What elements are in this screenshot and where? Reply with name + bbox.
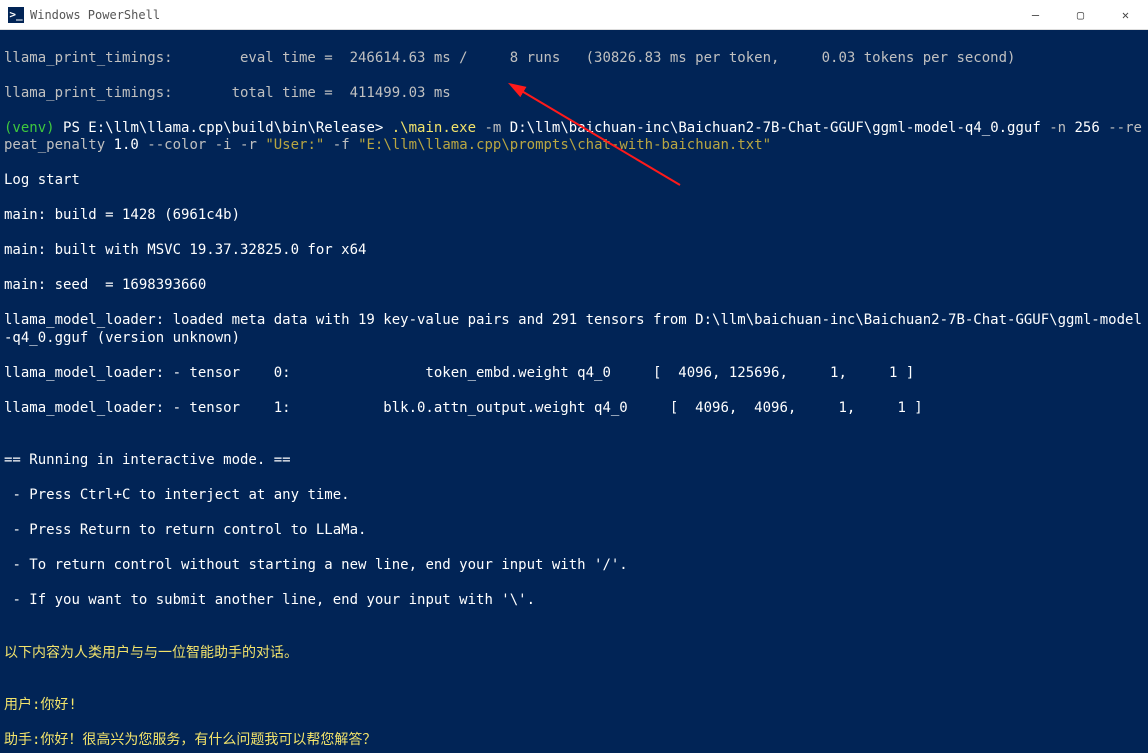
tensor-1-line: llama_model_loader: - tensor 1: blk.0.at… bbox=[4, 400, 1144, 418]
build-line: main: build = 1428 (6961c4b) bbox=[4, 207, 1144, 225]
arg-m: D:\llm\baichuan-inc\Baichuan2-7B-Chat-GG… bbox=[510, 120, 1041, 136]
command-line: (venv) PS E:\llm\llama.cpp\build\bin\Rel… bbox=[4, 120, 1144, 155]
minimize-button[interactable]: — bbox=[1013, 0, 1058, 30]
interactive-hint-3: - To return control without starting a n… bbox=[4, 557, 1144, 575]
terminal-output[interactable]: llama_print_timings: eval time = 246614.… bbox=[0, 30, 1148, 753]
prompt-path: PS E:\llm\llama.cpp\build\bin\Release> bbox=[63, 120, 392, 136]
user-msg-1: 用户:你好! bbox=[4, 697, 1144, 715]
assistant-msg-1: 助手:你好！很高兴为您服务，有什么问题我可以帮您解答？ bbox=[4, 732, 1144, 750]
timing-total-line: llama_print_timings: total time = 411499… bbox=[4, 85, 1144, 103]
timing-eval-line: llama_print_timings: eval time = 246614.… bbox=[4, 50, 1144, 68]
loader-meta-line: llama_model_loader: loaded meta data wit… bbox=[4, 312, 1144, 347]
window-title: Windows PowerShell bbox=[30, 8, 160, 22]
flag-color: --color bbox=[139, 137, 206, 153]
interactive-header: == Running in interactive mode. == bbox=[4, 452, 1144, 470]
arg-repeat: 1.0 bbox=[114, 137, 139, 153]
maximize-button[interactable]: ▢ bbox=[1058, 0, 1103, 30]
cmd-exe: .\main.exe bbox=[392, 120, 476, 136]
built-line: main: built with MSVC 19.37.32825.0 for … bbox=[4, 242, 1144, 260]
arg-f: "E:\llm\llama.cpp\prompts\chat-with-baic… bbox=[358, 137, 771, 153]
flag-i: -i bbox=[206, 137, 231, 153]
flag-r: -r bbox=[232, 137, 266, 153]
window-titlebar[interactable]: >_ Windows PowerShell — ▢ ✕ bbox=[0, 0, 1148, 30]
log-start: Log start bbox=[4, 172, 1144, 190]
flag-m: -m bbox=[476, 120, 510, 136]
powershell-icon: >_ bbox=[8, 7, 24, 23]
flag-f: -f bbox=[324, 137, 358, 153]
chat-intro: 以下内容为人类用户与与一位智能助手的对话。 bbox=[4, 645, 1144, 663]
interactive-hint-4: - If you want to submit another line, en… bbox=[4, 592, 1144, 610]
seed-line: main: seed = 1698393660 bbox=[4, 277, 1144, 295]
arg-r: "User:" bbox=[265, 137, 324, 153]
tensor-0-line: llama_model_loader: - tensor 0: token_em… bbox=[4, 365, 1144, 383]
venv-prefix: (venv) bbox=[4, 120, 63, 136]
close-button[interactable]: ✕ bbox=[1103, 0, 1148, 30]
flag-n: -n bbox=[1041, 120, 1075, 136]
interactive-hint-1: - Press Ctrl+C to interject at any time. bbox=[4, 487, 1144, 505]
arg-n: 256 bbox=[1075, 120, 1100, 136]
interactive-hint-2: - Press Return to return control to LLaM… bbox=[4, 522, 1144, 540]
